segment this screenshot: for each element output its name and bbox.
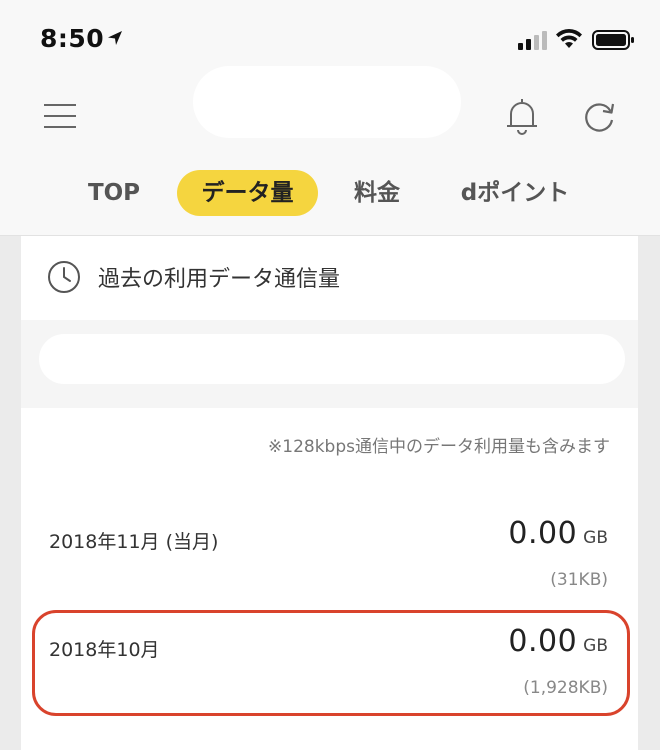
- tab-top[interactable]: TOP: [82, 170, 146, 216]
- usage-unit: GB: [583, 636, 608, 656]
- header-title-area: [193, 66, 461, 138]
- battery-icon: [592, 30, 634, 50]
- status-time: 8:50: [40, 24, 105, 53]
- tab-fee[interactable]: 料金: [347, 170, 407, 216]
- usage-note: ※128kbps通信中のデータ利用量も含みます: [268, 437, 610, 457]
- usage-value: 0.00 GB: [508, 624, 608, 659]
- usage-row: 2018年10月 0.00 GB (1,928KB): [21, 624, 638, 714]
- card-header: 過去の利用データ通信量: [21, 236, 638, 320]
- usage-month: 2018年10月: [49, 639, 160, 661]
- usage-month: 2018年11月 (当月): [49, 531, 219, 553]
- location-arrow-icon: [108, 31, 122, 45]
- clock-icon: [48, 261, 80, 293]
- usage-unit: GB: [583, 528, 608, 548]
- period-selector-band: [21, 320, 638, 408]
- usage-history-card: 過去の利用データ通信量 ※128kbps通信中のデータ利用量も含みます 2018…: [21, 236, 638, 750]
- usage-value: 0.00 GB: [508, 516, 608, 551]
- hamburger-menu-icon[interactable]: [44, 102, 76, 130]
- tab-dpoint[interactable]: dポイント: [452, 170, 578, 216]
- app-header: TOP データ量 料金 dポイント: [0, 66, 660, 236]
- usage-kb: (31KB): [550, 570, 608, 590]
- usage-amount: 0.00: [508, 516, 578, 551]
- usage-row: 2018年11月 (当月) 0.00 GB (31KB): [21, 516, 638, 606]
- cellular-signal-icon: [518, 31, 547, 50]
- tab-data-usage[interactable]: データ量: [177, 170, 318, 216]
- refresh-icon[interactable]: [583, 100, 617, 134]
- period-selector[interactable]: [39, 334, 625, 384]
- card-title: 過去の利用データ通信量: [98, 267, 341, 292]
- tab-bar: TOP データ量 料金 dポイント: [0, 170, 660, 216]
- wifi-icon: [556, 28, 582, 48]
- usage-amount: 0.00: [508, 624, 578, 659]
- usage-kb: (1,928KB): [523, 678, 608, 698]
- bell-icon[interactable]: [505, 97, 539, 135]
